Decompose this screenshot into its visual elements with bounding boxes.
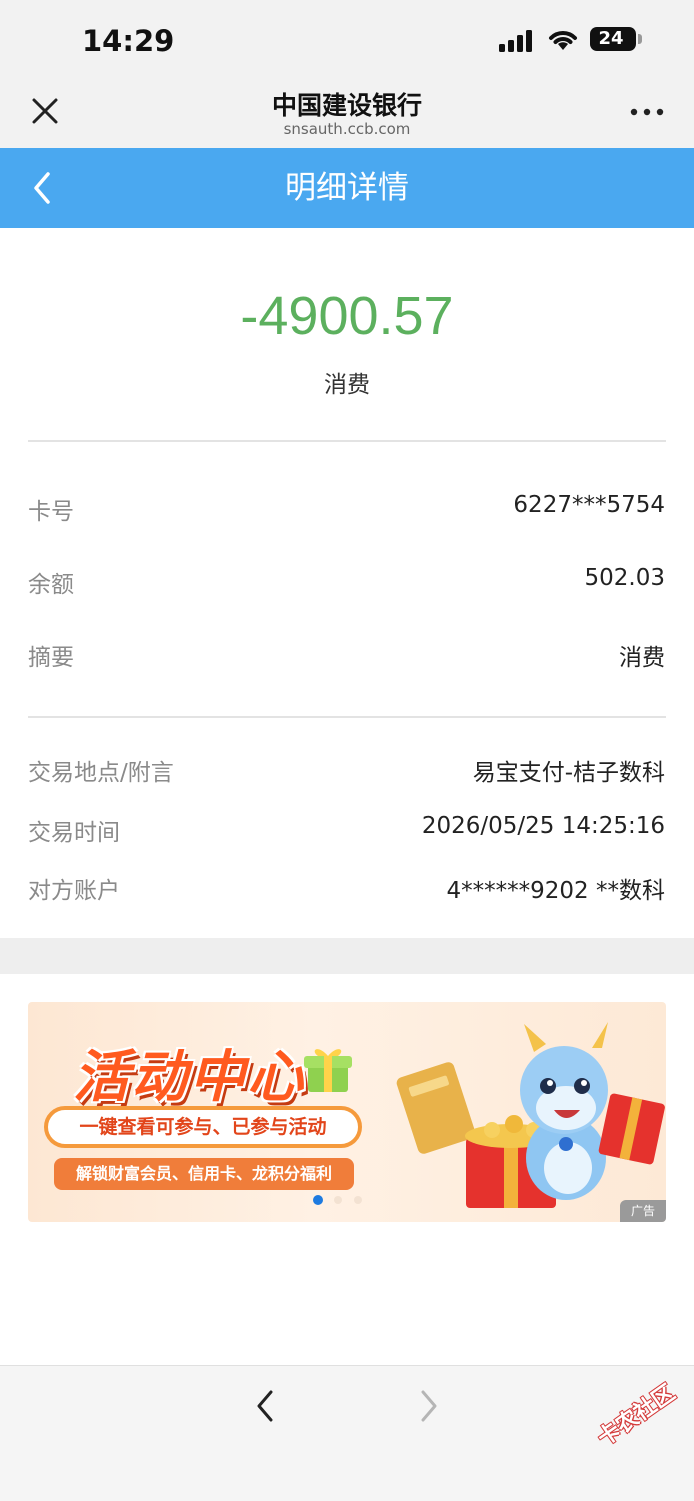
balance-value: 502.03 [584, 565, 665, 591]
wifi-icon [549, 31, 577, 50]
battery-level: 24 [598, 28, 624, 49]
banner-subtitle-text: 解锁财富会员、信用卡、龙积分福利 [75, 1164, 332, 1183]
banner-pill: 一键查看可参与、已参与活动 [44, 1106, 362, 1148]
transaction-type: 消费 [324, 372, 370, 398]
summary-value: 消费 [619, 645, 665, 671]
section-separator [0, 938, 694, 974]
card-number-value: 6227***5754 [513, 492, 665, 518]
status-bar: 14:29 24 [0, 0, 694, 80]
location-label: 交易地点/附言 [28, 760, 174, 786]
cellular-signal-icon [499, 30, 532, 52]
activity-banner[interactable]: 活动中心 一键查看可参与、已参与活动 解锁财富会员、信用卡、龙积分福利 广告 [28, 1002, 666, 1222]
summary-label: 摘要 [28, 645, 74, 671]
dragon-mascot-gift-illustration [396, 1022, 665, 1208]
banner-subtitle: 解锁财富会员、信用卡、龙积分福利 [54, 1158, 354, 1190]
watermark: 卡农社区 [590, 1380, 694, 1486]
carousel-dots[interactable] [312, 1194, 382, 1206]
page-nav-bar: 明细详情 [0, 148, 694, 228]
counterparty-value: 4******9202 **数科 [446, 878, 665, 904]
ad-tag-text: 广告 [630, 1204, 655, 1218]
browser-title: 中国建设银行 [271, 91, 422, 120]
battery-cap [638, 34, 642, 44]
card-number-label: 卡号 [28, 499, 74, 525]
browser-back-icon[interactable] [252, 1388, 278, 1424]
browser-forward-icon[interactable] [416, 1388, 442, 1424]
banner-title: 活动中心 [73, 1045, 305, 1110]
banner-pill-text: 一键查看可参与、已参与活动 [79, 1116, 327, 1138]
ad-tag: 广告 [620, 1200, 666, 1222]
battery-icon: 24 [590, 27, 636, 51]
status-time: 14:29 [82, 24, 175, 58]
browser-url: snsauth.ccb.com [283, 120, 411, 138]
balance-label: 余额 [28, 572, 74, 598]
time-label: 交易时间 [28, 820, 120, 846]
counterparty-label: 对方账户 [28, 878, 120, 904]
transaction-amount: -4900.57 [240, 286, 454, 346]
divider [28, 716, 666, 718]
gift-box-icon [304, 1049, 352, 1092]
more-icon[interactable] [630, 108, 664, 116]
browser-header: 中国建设银行 snsauth.ccb.com [0, 80, 694, 148]
location-value: 易宝支付-桔子数科 [472, 760, 665, 786]
time-value: 2026/05/25 14:25:16 [421, 813, 665, 839]
divider [28, 440, 666, 442]
page-title: 明细详情 [285, 170, 409, 206]
